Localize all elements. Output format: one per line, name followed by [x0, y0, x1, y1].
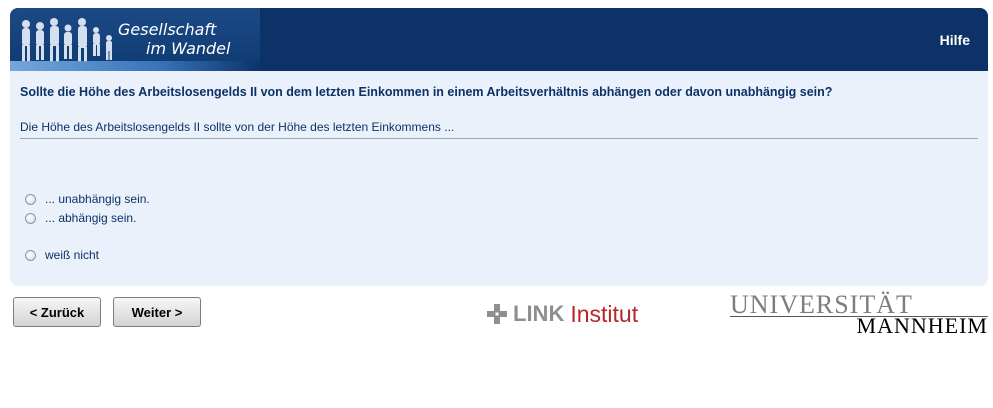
option-label: ... unabhängig sein. — [45, 192, 150, 206]
link-word: LINK — [513, 301, 565, 326]
uni-bottom-text: MANNHEIM — [856, 313, 988, 338]
help-link[interactable]: Hilfe — [940, 32, 970, 48]
question-text: Sollte die Höhe des Arbeitslosengelds II… — [20, 85, 833, 99]
radio-button[interactable] — [25, 193, 36, 205]
logo-stripe — [10, 61, 260, 71]
radio-button[interactable] — [25, 249, 36, 261]
universitaet-mannheim-logo: UNIVERSITÄT MANNHEIM — [730, 292, 988, 338]
header-bar: Gesellschaft im Wandel Hilfe — [10, 8, 988, 71]
option-weiss-nicht[interactable]: weiß nicht — [25, 248, 99, 262]
logo-line-1: Gesellschaft — [118, 20, 217, 39]
option-unabhaengig[interactable]: ... unabhängig sein. — [25, 192, 150, 206]
radio-button[interactable] — [25, 212, 36, 224]
option-abhaengig[interactable]: ... abhängig sein. — [25, 211, 136, 225]
link-cross-icon — [487, 304, 507, 324]
option-label: ... abhängig sein. — [45, 211, 137, 225]
logo-line-2: im Wandel — [146, 39, 231, 58]
link-institut-logo: LINK Institut — [487, 300, 638, 328]
gesellschaft-im-wandel-logo: Gesellschaft im Wandel — [10, 8, 260, 71]
question-stem: Die Höhe des Arbeitslosengelds II sollte… — [20, 120, 455, 134]
divider — [20, 138, 978, 139]
logo-text: Gesellschaft im Wandel — [118, 20, 230, 58]
back-button[interactable]: < Zurück — [13, 297, 101, 327]
survey-panel: Gesellschaft im Wandel Hilfe Sollte die … — [10, 8, 988, 286]
next-button[interactable]: Weiter > — [113, 297, 201, 327]
option-label: weiß nicht — [45, 248, 100, 262]
link-institut-word: Institut — [570, 300, 639, 327]
